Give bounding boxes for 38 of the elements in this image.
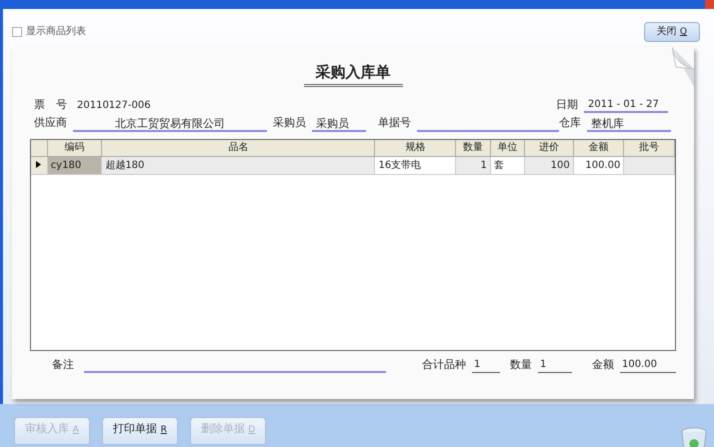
field-label: 备注 — [52, 356, 74, 372]
input-field[interactable]: 北京工贸贸易有限公司 — [73, 116, 267, 132]
total-value: 100.00 — [620, 357, 676, 373]
field-label: 供应商 — [34, 115, 67, 131]
checkbox-label: 显示商品列表 — [26, 24, 86, 39]
column-header: 进价 — [524, 140, 574, 156]
field-label: 仓库 — [559, 115, 581, 131]
column-header: 批号 — [624, 140, 674, 156]
close-button[interactable]: 关闭 Q — [644, 22, 700, 42]
field-label: 日期 — [556, 96, 578, 112]
total-value: 1 — [472, 357, 500, 373]
column-header: 编码 — [47, 140, 102, 156]
input-field[interactable]: 2011 - 01 - 27 — [584, 97, 668, 113]
field-label: 金额 — [592, 356, 614, 372]
field-label: 单据号 — [378, 115, 411, 131]
field-label: 合计品种 — [422, 356, 466, 372]
table-cell: 套 — [494, 160, 504, 171]
field-value: 20110127-006 — [77, 99, 151, 113]
table-cell: 1 — [480, 160, 487, 171]
table-cell: 超越180 — [105, 160, 144, 171]
column-header: 金额 — [573, 140, 624, 156]
field-label: 票 号 — [34, 96, 67, 112]
table-cell: 100 — [550, 160, 570, 171]
column-header: 规格 — [374, 140, 456, 156]
field-label: 数量 — [510, 356, 532, 372]
input-field[interactable]: 整机库 — [587, 116, 671, 132]
table-cell: cy180 — [50, 160, 82, 171]
table-cell: 16支带电 — [378, 160, 422, 171]
checkbox[interactable] — [12, 26, 22, 36]
field-label: 采购员 — [273, 115, 306, 131]
input-field[interactable]: 采购员 — [312, 116, 366, 132]
table-cell: 100.00 — [585, 160, 620, 171]
column-header: 单位 — [490, 140, 525, 156]
action-button[interactable]: 打印单据 R — [102, 417, 178, 445]
column-header: 品名 — [102, 140, 375, 156]
total-value: 1 — [538, 357, 572, 373]
form-title: 采购入库单 — [304, 61, 402, 86]
column-header: 数量 — [456, 140, 490, 156]
